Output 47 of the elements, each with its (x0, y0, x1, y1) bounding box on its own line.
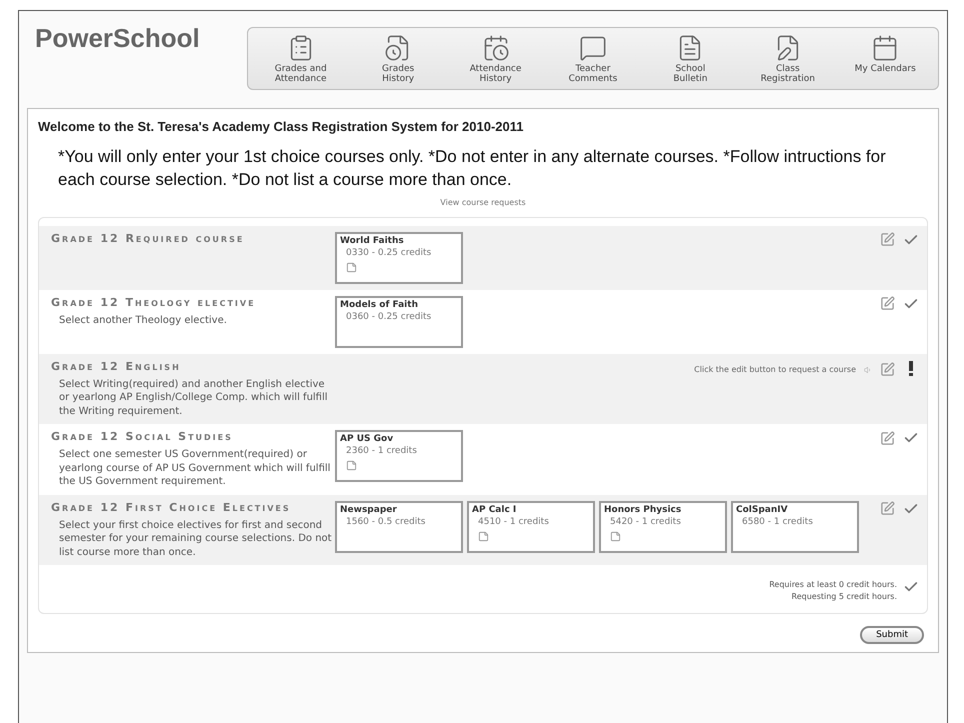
group-heading: Grade 12 Social Studies (51, 430, 234, 444)
course-credits: 2360 - 1 credits (346, 446, 418, 456)
required-hours-text: Requires at least 0 credit hours. (769, 579, 897, 592)
logo: PowerSchool (34, 22, 201, 55)
course-credits: 6580 - 1 credits (742, 516, 814, 527)
course-name: ColSpanIV (736, 504, 789, 515)
hint-text: Click the edit button to request a course (694, 365, 856, 374)
course-credits: 1560 - 0.5 credits (346, 516, 426, 527)
nav-item[interactable]: Attendance History (464, 34, 527, 85)
edit-button[interactable] (880, 232, 895, 248)
group-description: Select one semester US Government(required) or yearlong course of AP US Government which will fulfill the US Government requirement. (59, 448, 332, 489)
nav-item[interactable]: Grades and Attendance (270, 34, 332, 85)
course-credits: 5420 - 1 credits (610, 516, 682, 527)
nav-item[interactable]: Teacher Comments (562, 34, 624, 85)
nav-item[interactable]: My Calendars (854, 34, 916, 85)
group-description: Select another Theology elective. (59, 314, 228, 328)
course-name: World Faiths (340, 236, 405, 246)
nav-icon (871, 34, 900, 62)
edit-button[interactable] (880, 501, 895, 516)
group-heading: Grade 12 First Choice Electives (51, 500, 292, 514)
edit-button[interactable] (880, 430, 895, 446)
nav-item[interactable]: Class Registration (756, 34, 819, 85)
course-name: AP US Gov (340, 434, 394, 444)
course-name: Models of Faith (340, 300, 419, 310)
submit-button[interactable]: Submit (860, 626, 924, 644)
view-requests-link[interactable]: View course requests (440, 198, 526, 207)
group-heading: Grade 12 Required course (51, 232, 246, 245)
group-description: Select your first choice electives for first and second semester for your remaining course selections. Do not list course more than once. (59, 518, 333, 560)
nav-icon (482, 34, 510, 62)
course-credits: 0330 - 0.25 credits (346, 248, 432, 258)
course-credits: 0360 - 0.25 credits (346, 312, 432, 322)
speaker-icon (864, 366, 872, 374)
instructions: *You will only enter your 1st choice courses only. *Do not enter in any alternate courses. *Follow intructions for each course selection. *Do not list a course more than once. (58, 146, 887, 191)
group-description: Select Writing(required) and another English elective or yearlong AP English/College Comp. which will fulfill the Writing requirement. (59, 378, 329, 418)
nav-icon (578, 34, 607, 62)
edit-button[interactable] (880, 362, 895, 378)
requesting-hours-text: Requesting 5 credit hours. (790, 591, 897, 604)
course-name: Honors Physics (604, 504, 682, 515)
group-heading: Grade 12 English (51, 360, 182, 373)
course-name: AP Calc I (472, 504, 518, 515)
nav-item[interactable]: Grades History (367, 34, 430, 85)
edit-button[interactable] (880, 296, 895, 312)
nav-item[interactable]: School Bulletin (659, 34, 722, 85)
page-title: Welcome to the St. Teresa's Academy Class Registration System for 2010-2011 (38, 118, 525, 134)
course-name: Newspaper (340, 504, 398, 515)
group-heading: Grade 12 Theology elective (51, 296, 257, 309)
course-credits: 4510 - 1 credits (478, 516, 550, 527)
